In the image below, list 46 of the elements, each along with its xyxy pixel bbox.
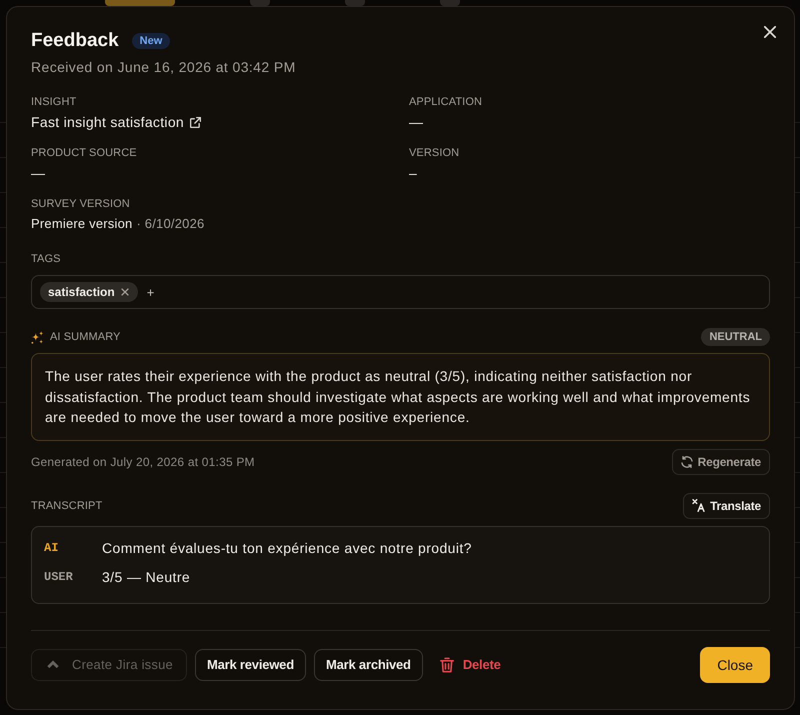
translate-button[interactable]: Translate xyxy=(683,492,770,518)
close-icon xyxy=(764,26,776,38)
message-text: Comment évalues-tu ton expérience avec notre produit? xyxy=(102,538,472,558)
remove-icon[interactable] xyxy=(120,288,129,296)
field-value: — xyxy=(409,113,424,132)
status-badge: New xyxy=(132,33,170,49)
close-button[interactable]: Close xyxy=(700,646,770,682)
chevron-up-icon xyxy=(47,660,59,669)
filter-tab[interactable] xyxy=(250,0,270,6)
field-value: — xyxy=(31,164,46,183)
summary-text: The user rates their experience with the product as neutral (3/5), indicating neither satisfaction nor dissatisfaction. The product team should investigate what aspects are working well and what improvements are needed to move the user toward a more positive experience. xyxy=(45,367,752,427)
speaker-label: USER xyxy=(44,570,74,584)
tag-label: satisfaction xyxy=(48,285,115,299)
sentiment-badge: NEUTRAL xyxy=(701,328,770,346)
field-label: SURVEY VERSION xyxy=(31,197,131,211)
field-label: INSIGHT xyxy=(31,95,78,109)
translate-icon xyxy=(692,499,706,512)
section-label: TAGS xyxy=(31,252,62,266)
add-tag-button[interactable]: + xyxy=(144,284,156,300)
trash-icon xyxy=(440,656,454,672)
regenerate-button[interactable]: Regenerate xyxy=(672,448,770,474)
field-label: APPLICATION xyxy=(409,95,484,109)
external-link-icon[interactable] xyxy=(190,116,202,128)
section-label: AI SUMMARY xyxy=(50,330,120,344)
delete-button[interactable]: Delete xyxy=(432,648,509,680)
field-date: · 6/10/2026 xyxy=(136,215,204,233)
message-text: 3/5 — Neutre xyxy=(102,568,190,586)
dialog-title: Feedback xyxy=(31,30,119,52)
field-value: – xyxy=(409,164,418,183)
field-label: PRODUCT SOURCE xyxy=(31,146,138,160)
insight-link[interactable]: Fast insight satisfaction xyxy=(31,112,184,132)
received-date: Received on June 16, 2026 at 03:42 PM xyxy=(31,58,297,77)
sparkle-icon xyxy=(31,330,44,344)
filter-tab[interactable] xyxy=(345,0,365,6)
filter-tab[interactable] xyxy=(105,0,175,6)
speaker-label: AI xyxy=(44,540,60,554)
action-button[interactable]: Mark archived xyxy=(314,648,423,680)
close-button[interactable] xyxy=(764,26,776,38)
field-value: Premiere version xyxy=(31,215,132,233)
section-label: TRANSCRIPT xyxy=(31,498,102,512)
tags-field[interactable]: satisfaction + xyxy=(31,275,770,309)
action-button[interactable]: Mark reviewed xyxy=(194,648,306,680)
filter-tab[interactable] xyxy=(440,0,460,6)
refresh-icon xyxy=(680,456,693,468)
generated-date: Generated on July 20, 2026 at 01:35 PM xyxy=(31,454,255,468)
field-label: VERSION xyxy=(409,146,460,160)
